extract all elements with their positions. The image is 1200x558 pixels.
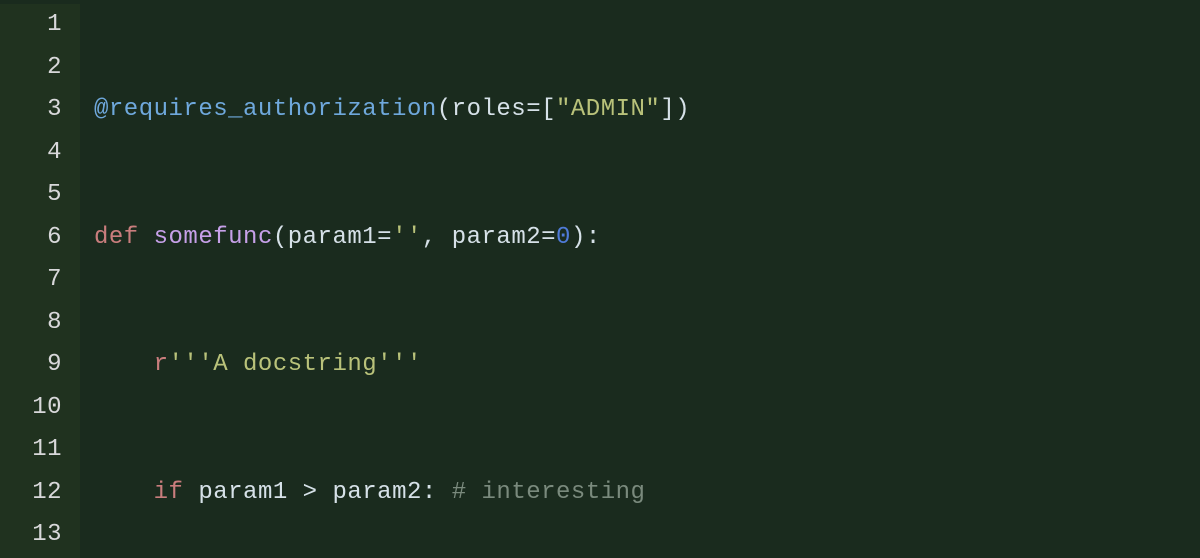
line-number: 1 [0, 4, 62, 47]
paren: ( [273, 224, 288, 251]
line-number: 2 [0, 47, 62, 90]
code-line: @requires_authorization(roles=["ADMIN"]) [94, 89, 1200, 132]
punct: = [541, 224, 556, 251]
line-number: 3 [0, 89, 62, 132]
decorator: @requires_authorization [94, 96, 437, 123]
indent [94, 479, 154, 506]
punct: , [422, 224, 452, 251]
space [139, 224, 154, 251]
identifier: param2 [332, 479, 421, 506]
space [437, 479, 452, 506]
punct: : [422, 479, 437, 506]
keyword-if: if [154, 479, 184, 506]
punct: =[ [526, 96, 556, 123]
operator: > [303, 479, 318, 506]
param: param1 [288, 224, 377, 251]
line-number: 12 [0, 472, 62, 515]
line-number: 6 [0, 217, 62, 260]
punct: = [377, 224, 392, 251]
line-number: 11 [0, 429, 62, 472]
space [318, 479, 333, 506]
line-number: 4 [0, 132, 62, 175]
paren: ( [437, 96, 452, 123]
line-number: 7 [0, 259, 62, 302]
number: 0 [556, 224, 571, 251]
space [183, 479, 198, 506]
identifier: param1 [198, 479, 287, 506]
line-number: 8 [0, 302, 62, 345]
paren: ): [571, 224, 601, 251]
code-line: def somefunc(param1='', param2=0): [94, 217, 1200, 260]
code-editor: 1 2 3 4 5 6 7 8 9 10 11 12 13 @requires_… [0, 0, 1200, 558]
kwarg: roles [452, 96, 527, 123]
function-name: somefunc [154, 224, 273, 251]
space [288, 479, 303, 506]
string: '' [392, 224, 422, 251]
line-number: 9 [0, 344, 62, 387]
code-area[interactable]: @requires_authorization(roles=["ADMIN"])… [80, 4, 1200, 558]
line-number: 5 [0, 174, 62, 217]
string: "ADMIN" [556, 96, 660, 123]
line-number: 10 [0, 387, 62, 430]
code-line: if param1 > param2: # interesting [94, 472, 1200, 515]
string-prefix: r [154, 351, 169, 378]
paren: ]) [660, 96, 690, 123]
indent [94, 351, 154, 378]
code-line: r'''A docstring''' [94, 344, 1200, 387]
line-number-gutter: 1 2 3 4 5 6 7 8 9 10 11 12 13 [0, 4, 80, 558]
param: param2 [452, 224, 541, 251]
line-number: 13 [0, 514, 62, 557]
comment: # interesting [452, 479, 646, 506]
docstring: '''A docstring''' [169, 351, 422, 378]
keyword-def: def [94, 224, 139, 251]
